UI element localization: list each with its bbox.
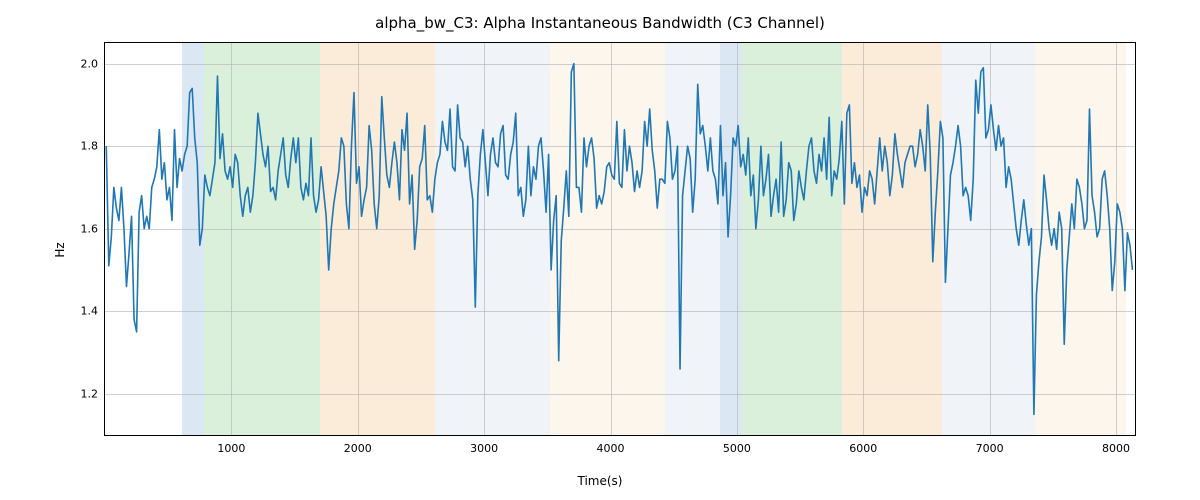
y-tick-label: 1.8 [58, 140, 98, 153]
line-series [105, 43, 1135, 435]
y-tick-label: 1.6 [58, 222, 98, 235]
plot-area [104, 42, 1136, 436]
y-tick-label: 2.0 [58, 57, 98, 70]
chart-figure: alpha_bw_C3: Alpha Instantaneous Bandwid… [0, 0, 1200, 500]
x-tick-label: 5000 [723, 442, 751, 455]
y-axis-label: Hz [53, 242, 67, 257]
x-tick-label: 1000 [217, 442, 245, 455]
x-axis-label: Time(s) [0, 474, 1200, 488]
y-tick-label: 1.4 [58, 305, 98, 318]
series-polyline [106, 64, 1132, 415]
x-tick-label: 8000 [1102, 442, 1130, 455]
x-tick-label: 7000 [976, 442, 1004, 455]
y-tick-label: 1.2 [58, 387, 98, 400]
x-tick-label: 4000 [597, 442, 625, 455]
chart-title: alpha_bw_C3: Alpha Instantaneous Bandwid… [0, 14, 1200, 32]
x-tick-label: 2000 [344, 442, 372, 455]
x-tick-label: 6000 [849, 442, 877, 455]
x-tick-label: 3000 [470, 442, 498, 455]
